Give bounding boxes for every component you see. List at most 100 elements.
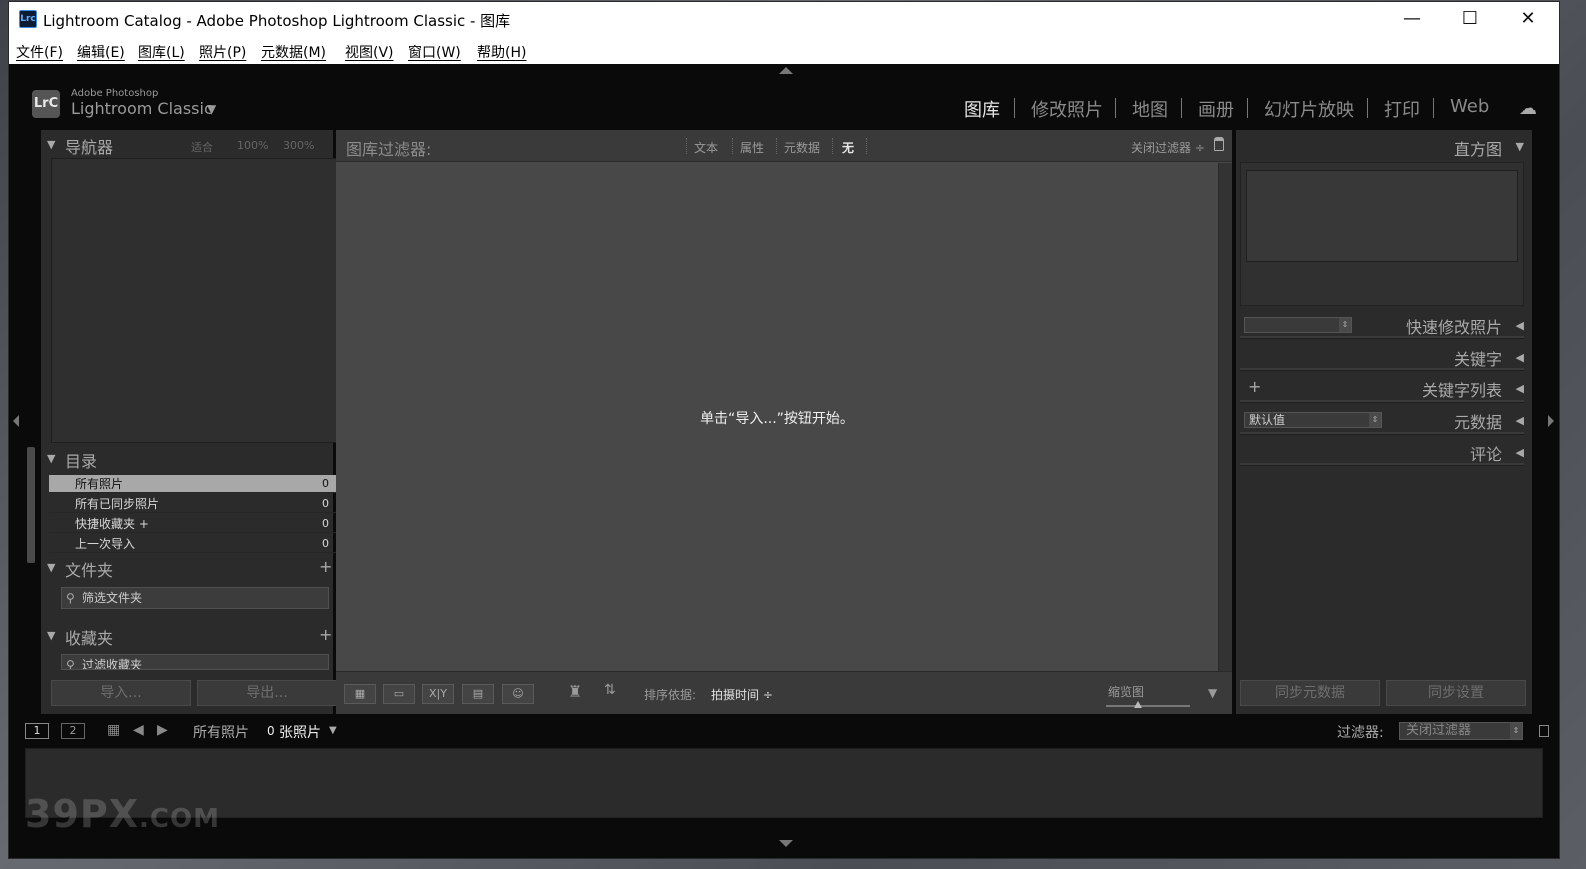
thumbnail-slider-knob[interactable]	[1134, 701, 1142, 708]
thumbnail-size-slider[interactable]	[1106, 705, 1190, 707]
catalog-item-quick-collection[interactable]: 快捷收藏夹 + 0	[49, 515, 337, 533]
zoom-300[interactable]: 300%	[283, 139, 314, 152]
painter-icon[interactable]: ♜	[568, 682, 582, 701]
filter-toggle-icon[interactable]	[1539, 725, 1549, 737]
lock-icon[interactable]	[1214, 137, 1224, 151]
menu-library[interactable]: 图库(L)	[138, 42, 185, 62]
bottom-panel-toggle-icon[interactable]	[779, 840, 793, 847]
left-panel-toggle-icon[interactable]	[13, 415, 19, 427]
collapse-triangle-icon[interactable]: ▼	[47, 452, 55, 465]
menu-file[interactable]: 文件(F)	[16, 42, 63, 62]
toolbar-menu-icon[interactable]: ▼	[1208, 686, 1217, 700]
filmstrip-source[interactable]: 所有照片	[193, 722, 249, 742]
comments-title[interactable]: 评论	[1470, 441, 1502, 465]
quick-develop-title[interactable]: 快速修改照片	[1406, 314, 1502, 338]
filter-preset-select[interactable]: 关闭过滤器 ÷	[1131, 139, 1205, 156]
catalog-item-count: 0	[322, 497, 329, 510]
module-develop[interactable]: 修改照片	[1031, 96, 1103, 122]
module-map[interactable]: 地图	[1132, 96, 1168, 122]
collapse-triangle-icon[interactable]: ▼	[47, 629, 55, 642]
close-button[interactable]: ✕	[1499, 2, 1557, 36]
menu-window[interactable]: 窗口(W)	[408, 42, 461, 62]
keyword-list-title[interactable]: 关键字列表	[1422, 377, 1502, 401]
filmstrip-filter-select[interactable]: 关闭过滤器 ⇕	[1399, 722, 1523, 740]
filter-none[interactable]: 无	[842, 139, 854, 156]
expand-triangle-icon[interactable]: ◀	[1516, 446, 1524, 459]
compare-view-icon[interactable]: X|Y	[422, 684, 454, 704]
catalog-item-count: 0	[322, 517, 329, 530]
filter-metadata[interactable]: 元数据	[784, 139, 820, 156]
filmstrip[interactable]	[25, 748, 1543, 818]
secondary-window-button[interactable]: 2	[61, 723, 85, 739]
metadata-preset-select[interactable]: 默认值 ⇕	[1244, 412, 1382, 428]
collection-filter-placeholder: 过滤收藏夹	[82, 658, 143, 670]
maximize-button[interactable]: ☐	[1441, 2, 1499, 36]
module-print[interactable]: 打印	[1384, 96, 1420, 122]
sort-direction-icon[interactable]: ⇅	[604, 682, 616, 698]
collections-title[interactable]: 收藏夹	[65, 625, 113, 649]
catalog-item-all-photos[interactable]: 所有照片 0	[49, 475, 337, 493]
expand-triangle-icon[interactable]: ◀	[1516, 414, 1524, 427]
collapse-triangle-icon[interactable]: ▼	[1516, 140, 1524, 153]
module-web[interactable]: Web	[1450, 96, 1489, 117]
sort-select[interactable]: 拍摄时间 ÷	[711, 686, 773, 703]
histogram-graph[interactable]	[1246, 170, 1518, 262]
sync-metadata-button[interactable]: 同步元数据	[1240, 680, 1380, 706]
import-button[interactable]: 导入...	[51, 680, 191, 706]
forward-arrow-icon[interactable]: ▶	[157, 722, 168, 738]
filter-attribute[interactable]: 属性	[740, 139, 764, 156]
zoom-fit[interactable]: 适合	[191, 139, 213, 155]
navigator-title[interactable]: 导航器	[65, 134, 113, 158]
add-folder-icon[interactable]: +	[319, 557, 332, 576]
navigator-preview[interactable]	[51, 158, 337, 443]
add-keyword-icon[interactable]: +	[1248, 377, 1261, 396]
collection-filter-input[interactable]: ⚲ 过滤收藏夹	[61, 654, 329, 670]
module-book[interactable]: 画册	[1198, 96, 1234, 122]
keywording-title[interactable]: 关键字	[1454, 346, 1502, 370]
catalog-title[interactable]: 目录	[65, 448, 97, 472]
folder-filter-input[interactable]: ⚲ 筛选文件夹	[61, 587, 329, 609]
loupe-view-icon[interactable]: ▭	[383, 684, 415, 704]
left-panel-scrollbar[interactable]	[27, 447, 35, 563]
expand-triangle-icon[interactable]: ◀	[1516, 319, 1524, 332]
collapse-triangle-icon[interactable]: ▼	[47, 561, 55, 574]
expand-triangle-icon[interactable]: ◀	[1516, 351, 1524, 364]
people-view-icon[interactable]: ☺	[502, 684, 534, 704]
menu-edit[interactable]: 编辑(E)	[77, 42, 125, 62]
module-library[interactable]: 图库	[964, 96, 1000, 122]
menu-metadata[interactable]: 元数据(M)	[261, 42, 326, 62]
catalog-item-previous-import[interactable]: 上一次导入 0	[49, 535, 337, 553]
grid-view-icon[interactable]: ▦	[344, 684, 376, 704]
primary-window-button[interactable]: 1	[25, 723, 49, 739]
module-divider	[1367, 98, 1368, 118]
grid-scrollbar[interactable]	[1218, 163, 1232, 671]
module-slideshow[interactable]: 幻灯片放映	[1264, 96, 1354, 122]
catalog-item-synced[interactable]: 所有已同步照片 0	[49, 495, 337, 513]
metadata-title[interactable]: 元数据	[1454, 409, 1502, 433]
survey-view-icon[interactable]: ▤	[462, 684, 494, 704]
histogram-title[interactable]: 直方图	[1454, 136, 1502, 160]
saved-preset-select[interactable]: ⇕	[1244, 317, 1352, 333]
watermark: 39PX.COM	[25, 792, 220, 836]
cloud-sync-icon[interactable]: ☁	[1519, 98, 1537, 119]
minimize-button[interactable]: —	[1383, 2, 1441, 36]
filter-text[interactable]: 文本	[694, 139, 718, 156]
back-arrow-icon[interactable]: ◀	[133, 722, 144, 738]
right-panel-toggle-icon[interactable]	[1548, 415, 1554, 427]
export-button[interactable]: 导出...	[197, 680, 337, 706]
menu-view[interactable]: 视图(V)	[345, 42, 394, 62]
grid-icon[interactable]: ▦	[107, 722, 120, 738]
collapse-triangle-icon[interactable]: ▼	[47, 138, 55, 151]
source-dropdown-icon[interactable]: ▼	[329, 725, 337, 736]
menu-photo[interactable]: 照片(P)	[199, 42, 246, 62]
top-panel-toggle-icon[interactable]	[779, 67, 793, 74]
right-panel: 直方图 ▼ ⇕ 快速修改照片 ◀ 关键字 ◀ + 关键字列表 ◀ 默认值 ⇕ 元…	[1236, 130, 1532, 714]
filter-divider	[832, 138, 833, 154]
sync-settings-button[interactable]: 同步设置	[1386, 680, 1526, 706]
zoom-100[interactable]: 100%	[237, 139, 268, 152]
menu-help[interactable]: 帮助(H)	[477, 42, 526, 62]
expand-triangle-icon[interactable]: ◀	[1516, 382, 1524, 395]
folders-title[interactable]: 文件夹	[65, 557, 113, 581]
add-collection-icon[interactable]: +	[319, 625, 332, 644]
identity-dropdown-icon[interactable]: ▼	[207, 102, 216, 116]
